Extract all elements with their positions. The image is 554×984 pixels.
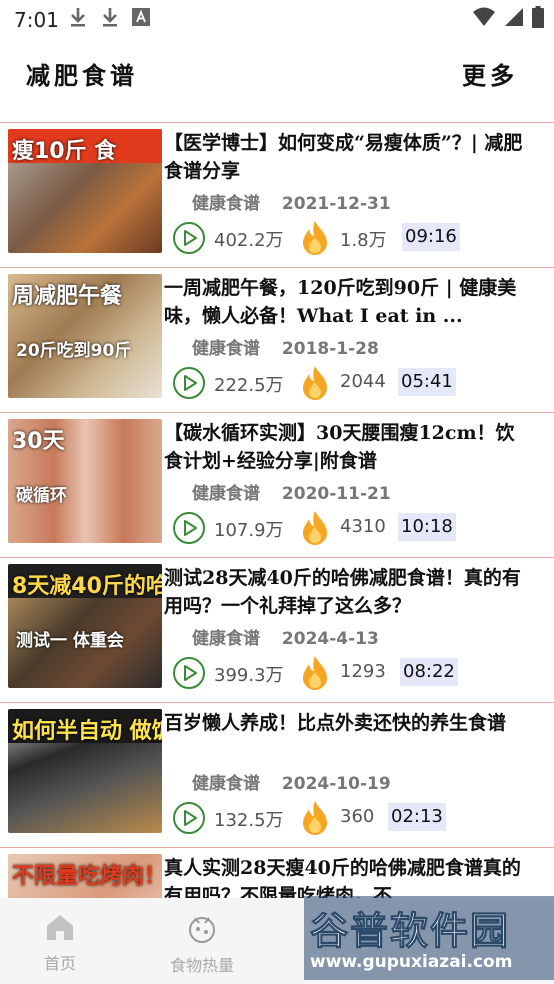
like-count: 2044: [340, 371, 386, 392]
list-item[interactable]: 8天减40斤的哈佛减肥测试一 体重会测试28天减40斤的哈佛减肥食谱！真的有用吗…: [0, 557, 554, 702]
list-item[interactable]: 30天 碳循环 【碳水循环实测】30天腰围瘦12cm！饮食计划+经验分享|附食谱 健…: [0, 412, 554, 557]
thumbnail-caption: 瘦10斤 食: [12, 139, 117, 164]
fire-icon: [303, 801, 327, 835]
video-thumbnail[interactable]: 8天减40斤的哈佛减肥测试一 体重会: [8, 564, 162, 688]
thumbnail-subcaption: 测试一 体重会: [16, 631, 124, 651]
view-count: 399.3万: [214, 665, 284, 686]
food-icon: [189, 917, 215, 943]
fire-icon: [303, 221, 327, 255]
status-bar: 7:01: [0, 0, 554, 38]
video-title[interactable]: 测试28天减40斤的哈佛减肥食谱！真的有用吗？一个礼拜掉了这么多？: [164, 564, 529, 620]
tab-food-calories-label: 食物热量: [170, 956, 235, 975]
video-thumbnail[interactable]: 如何半自动 做饭: [8, 709, 162, 833]
watermark-logo: 谷普软件园 www.gupuxiazai.com: [304, 896, 554, 980]
tab-food-calories[interactable]: 食物热量: [170, 912, 234, 976]
video-list[interactable]: 瘦10斤 食 【医学博士】如何变成“易瘦体质”？| 减肥食谱分享 健康食谱 202…: [0, 122, 554, 898]
duration-badge: 09:16: [402, 223, 460, 251]
duration-badge: 10:18: [398, 513, 456, 541]
video-title[interactable]: 一周减肥午餐，120斤吃到90斤 | 健康美味，懒人必备！What I eat …: [164, 274, 529, 330]
status-system-icons: [472, 6, 544, 28]
play-icon: [173, 367, 205, 399]
app-bar: 减肥食谱 更多: [0, 50, 554, 100]
more-button[interactable]: 更多: [462, 56, 518, 91]
video-title[interactable]: 【医学博士】如何变成“易瘦体质”？| 减肥食谱分享: [164, 129, 529, 185]
like-count: 1293: [340, 661, 386, 682]
video-meta: 健康食谱 2024-4-13: [192, 624, 379, 649]
list-item[interactable]: 周减肥午餐 20斤吃到90斤 一周减肥午餐，120斤吃到90斤 | 健康美味，懒人必…: [0, 267, 554, 412]
video-stats: 399.3万 1293 08:22: [172, 654, 532, 690]
publish-date: 2020-11-21: [281, 484, 391, 504]
watermark-text: 谷普软件园: [309, 908, 511, 954]
video-meta: 健康食谱 2021-12-31: [192, 189, 391, 214]
play-icon: [173, 222, 205, 254]
video-meta: 健康食谱 2020-11-21: [192, 479, 391, 504]
signal-icon: [505, 8, 523, 26]
status-time: 7:01: [14, 8, 59, 32]
list-item[interactable]: 如何半自动 做饭 百岁懒人养成！比点外卖还快的养生食谱 健康食谱 2024-10-…: [0, 702, 554, 847]
publish-date: 2018-1-28: [281, 339, 379, 359]
video-stats: 402.2万 1.8万 09:16: [172, 219, 532, 255]
duration-badge: 08:22: [400, 658, 458, 686]
download-icon: [71, 8, 85, 27]
publish-date: 2024-10-19: [281, 774, 391, 794]
view-count: 132.5万: [214, 810, 284, 831]
play-icon: [173, 512, 205, 544]
video-title[interactable]: 百岁懒人养成！比点外卖还快的养生食谱: [164, 709, 529, 737]
video-thumbnail[interactable]: 不限量吃烤肉！本重？: [8, 854, 162, 898]
duration-badge: 05:41: [398, 368, 456, 396]
home-icon: [47, 915, 73, 940]
like-count: 4310: [340, 516, 386, 537]
thumbnail-caption: 30天: [12, 429, 65, 454]
channel-name: 健康食谱: [192, 774, 260, 794]
channel-name: 健康食谱: [192, 484, 260, 504]
thumbnail-subcaption: 20斤吃到90斤: [16, 341, 132, 361]
tab-home-label: 首页: [44, 954, 77, 973]
thumbnail-caption: 不限量吃烤肉！本重？: [12, 864, 162, 889]
thumbnail-caption: 周减肥午餐: [12, 284, 123, 309]
play-icon: [173, 802, 205, 834]
fire-icon: [303, 366, 327, 400]
publish-date: 2021-12-31: [281, 194, 391, 214]
thumbnail-caption: 如何半自动 做饭: [12, 719, 162, 744]
channel-name: 健康食谱: [192, 339, 260, 359]
text-a-icon: [132, 8, 150, 26]
video-meta: 健康食谱 2018-1-28: [192, 334, 379, 359]
video-thumbnail[interactable]: 周减肥午餐 20斤吃到90斤: [8, 274, 162, 398]
video-stats: 107.9万 4310 10:18: [172, 509, 532, 545]
thumbnail-subcaption: 碳循环: [16, 486, 67, 506]
list-item[interactable]: 不限量吃烤肉！本重？真人实测28天瘦40斤的哈佛减肥食谱真的有用吗？不限量吃烤肉…: [0, 847, 554, 898]
view-count: 402.2万: [214, 230, 284, 251]
watermark-url: www.gupuxiazai.com: [310, 952, 513, 972]
tab-home[interactable]: 首页: [44, 912, 76, 974]
duration-badge: 02:13: [388, 803, 446, 831]
like-count: 1.8万: [340, 230, 387, 251]
video-stats: 132.5万 360 02:13: [172, 799, 532, 835]
like-count: 360: [340, 806, 375, 827]
page-title: 减肥食谱: [26, 61, 138, 90]
fire-icon: [303, 656, 327, 690]
view-count: 107.9万: [214, 520, 284, 541]
fire-icon: [303, 511, 327, 545]
view-count: 222.5万: [214, 375, 284, 396]
video-meta: 健康食谱 2024-10-19: [192, 769, 391, 794]
video-thumbnail[interactable]: 30天碳循环: [8, 419, 162, 543]
publish-date: 2024-4-13: [281, 629, 379, 649]
wifi-icon: [473, 7, 495, 26]
video-thumbnail[interactable]: 瘦10斤 食: [8, 129, 162, 253]
status-notification-icons: [68, 6, 150, 28]
thumbnail-caption: 8天减40斤的哈佛减肥: [12, 574, 162, 599]
video-title[interactable]: 【碳水循环实测】30天腰围瘦12cm！饮食计划+经验分享|附食谱: [164, 419, 529, 475]
channel-name: 健康食谱: [192, 629, 260, 649]
play-icon: [173, 657, 205, 689]
list-item[interactable]: 瘦10斤 食 【医学博士】如何变成“易瘦体质”？| 减肥食谱分享 健康食谱 202…: [0, 122, 554, 267]
channel-name: 健康食谱: [192, 194, 260, 214]
battery-icon: [532, 6, 544, 28]
video-stats: 222.5万 2044 05:41: [172, 364, 532, 400]
video-title[interactable]: 真人实测28天瘦40斤的哈佛减肥食谱真的有用吗？不限量吃烤肉，不: [164, 854, 529, 898]
download-icon: [103, 8, 117, 27]
